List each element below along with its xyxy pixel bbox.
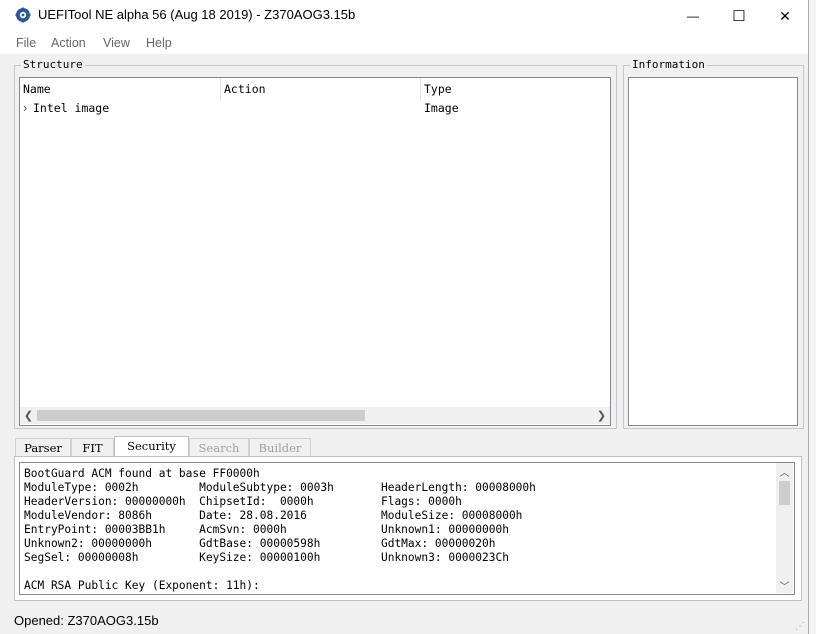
tab-builder: Builder [249,438,311,458]
security-line: Unknown2: 00000000h GdtBase: 00000598h G… [24,537,496,550]
minimize-icon: — [687,9,699,23]
size-grip-icon[interactable]: ⋰ [795,621,805,632]
security-line: HeaderVersion: 00000000h ChipsetId: 0000… [24,495,462,508]
status-bar: Opened: Z370AOG3.15b ⋰ [0,607,808,634]
information-panel[interactable] [628,77,798,426]
close-button[interactable]: ✕ [762,0,808,32]
security-line: EntryPoint: 00003BB1h AcmSvn: 0000h Unkn… [24,523,509,536]
security-line: ModuleType: 0002h ModuleSubtype: 0003h H… [24,481,536,494]
menu-file[interactable]: File [16,36,36,50]
tree-row[interactable]: › Intel image Image [20,100,610,118]
column-header-type[interactable]: Type [421,78,610,100]
tab-parser[interactable]: Parser [15,438,71,458]
minimize-button[interactable]: — [670,0,716,32]
security-line: BootGuard ACM found at base FF0000h [24,467,260,480]
vertical-scroll-thumb[interactable] [779,481,790,505]
tab-security[interactable]: Security [114,436,189,458]
close-icon: ✕ [779,7,791,24]
scroll-right-icon[interactable]: ❯ [593,407,610,424]
menu-bar: File Action View Help [0,32,808,54]
uefitool-app-icon [15,7,31,23]
app-window: UEFITool NE alpha 56 (Aug 18 2019) - Z37… [0,0,809,634]
maximize-icon: ☐ [732,8,746,25]
window-title: UEFITool NE alpha 56 (Aug 18 2019) - Z37… [38,7,356,22]
security-line: SegSel: 00000008h KeySize: 00000100h Unk… [24,551,509,564]
maximize-button[interactable]: ☐ [716,0,762,32]
vertical-scrollbar[interactable]: ︿ ﹀ [776,463,793,593]
column-header-name[interactable]: Name [20,78,221,100]
scroll-thumb[interactable] [37,410,365,421]
structure-group-title: Structure [21,58,85,71]
scroll-left-icon[interactable]: ❮ [20,407,37,424]
security-line: ACM RSA Public Key (Exponent: 11h): [24,579,260,592]
menu-view[interactable]: View [103,36,130,50]
menu-action[interactable]: Action [51,36,86,50]
information-group-title: Information [630,58,707,71]
menu-help[interactable]: Help [146,36,172,50]
security-text-area[interactable]: BootGuard ACM found at base FF0000h Modu… [19,462,795,595]
tab-fit[interactable]: FIT [71,438,114,458]
scroll-down-icon[interactable]: ﹀ [776,577,793,593]
row-name: Intel image [33,101,110,115]
column-header-action[interactable]: Action [221,78,421,100]
horizontal-scrollbar[interactable]: ❮ ❯ [20,407,610,424]
title-bar[interactable]: UEFITool NE alpha 56 (Aug 18 2019) - Z37… [0,0,808,32]
desktop-edge [809,0,816,634]
scroll-up-icon[interactable]: ︿ [776,463,793,479]
tab-search: Search [189,438,249,458]
structure-tree[interactable]: Name Action Type › Intel image Image ❮ ❯ [19,77,611,426]
row-type: Image [424,101,459,115]
security-line: ModuleVendor: 8086h Date: 28.08.2016 Mod… [24,509,523,522]
expand-arrow-icon[interactable]: › [23,100,27,115]
status-text: Opened: Z370AOG3.15b [14,613,159,628]
